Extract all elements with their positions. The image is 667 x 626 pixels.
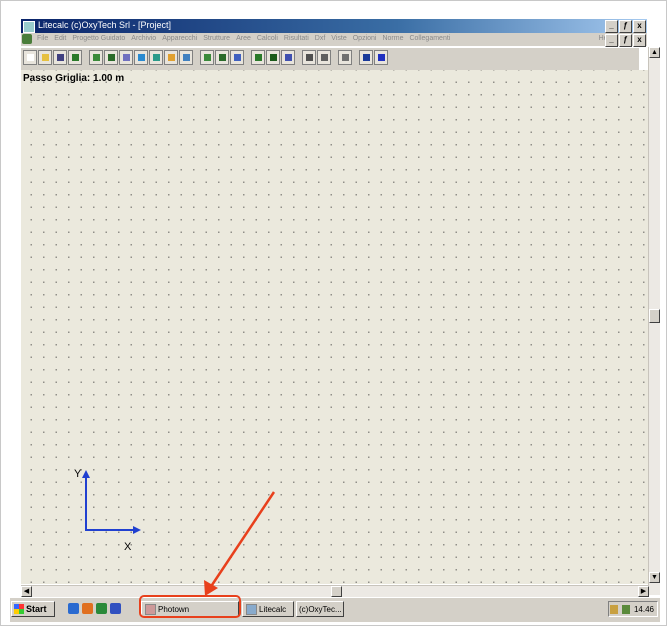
annotation-arrow: [204, 491, 276, 596]
screenshot: Litecalc (c)OxyTech Srl - [Project] _ ƒ …: [0, 0, 667, 626]
annotation-highlight-box: [139, 595, 241, 618]
